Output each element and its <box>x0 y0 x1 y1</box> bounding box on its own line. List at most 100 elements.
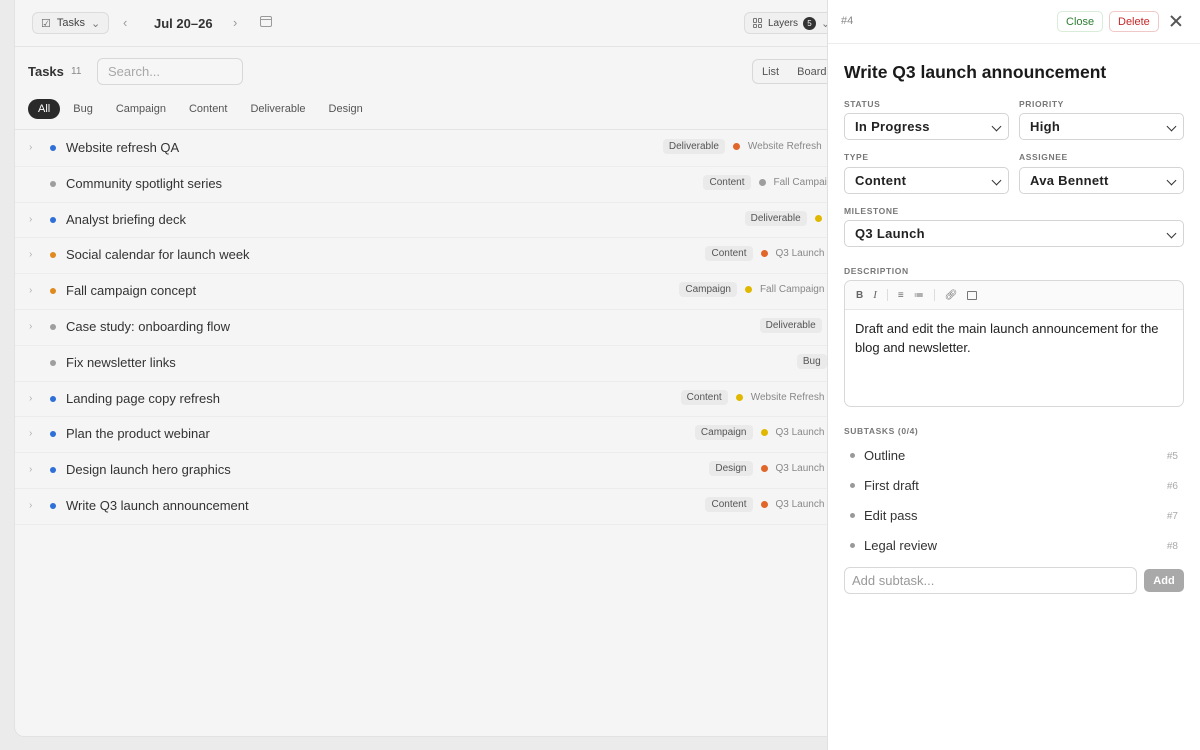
expand-chevron-icon[interactable]: › <box>29 142 32 153</box>
task-detail-panel: #4 Close Delete Write Q3 launch announce… <box>827 0 1200 750</box>
italic-icon[interactable]: I <box>873 289 877 301</box>
task-id: #4 <box>841 15 854 27</box>
search-input[interactable] <box>97 58 243 85</box>
expand-chevron-icon[interactable]: › <box>29 285 32 296</box>
task-title: Website refresh QA <box>66 140 180 155</box>
task-title: Analyst briefing deck <box>66 211 186 227</box>
subtask-bullet <box>850 543 855 548</box>
priority-label: PRIORITY <box>1019 99 1064 109</box>
status-dot <box>760 429 768 437</box>
subtask-list: Outline #5 First draft #6 Edit pass #7 Legal r… <box>844 443 1184 563</box>
status-dot <box>744 286 752 294</box>
priority-select[interactable]: High <box>1019 113 1184 140</box>
bullet-list-icon[interactable]: ≡ <box>898 290 904 301</box>
task-meta: ContentWebsite Refresh0 <box>680 389 838 405</box>
task-meta: DesignQ3 Launch0 <box>709 461 838 477</box>
milestone-text: Fall Campaign <box>759 284 825 296</box>
priority-dot <box>50 323 56 330</box>
status-dot <box>758 178 766 186</box>
status-dot <box>735 393 743 401</box>
filter-chip-content[interactable]: Content <box>179 99 238 119</box>
expand-chevron-icon[interactable]: › <box>29 428 32 439</box>
subtask-bullet <box>850 513 855 518</box>
milestone-text: Q3 Launch <box>775 463 825 475</box>
add-subtask-button[interactable]: Add <box>1144 569 1184 592</box>
task-title: Landing page copy refresh <box>66 390 220 406</box>
editor-toolbar: B I ≡ ≔ 🔗︎ <box>845 281 1183 310</box>
subtask-item[interactable]: First draft #6 <box>844 473 1184 503</box>
task-title[interactable]: Write Q3 launch announcement <box>844 62 1106 83</box>
description-text[interactable]: Draft and edit the main launch announcem… <box>845 310 1183 366</box>
task-title: Plan the product webinar <box>66 426 210 442</box>
calendar-icon[interactable] <box>260 16 272 27</box>
task-meta: Deliverable0/ <box>744 210 838 226</box>
assignee-select[interactable]: Ava Bennett <box>1019 167 1184 194</box>
type-tag: Campaign <box>694 425 753 441</box>
subtask-id: #7 <box>1166 511 1178 522</box>
filter-chips: All Bug Campaign Content Deliverable Design <box>28 99 376 119</box>
priority-dot <box>50 502 56 509</box>
type-tag: Content <box>705 496 753 512</box>
previous-week-icon[interactable]: ‹ <box>123 15 127 30</box>
type-tag: Campaign <box>679 282 737 298</box>
expand-chevron-icon[interactable]: › <box>29 393 32 404</box>
panel-header: #4 Close Delete <box>828 0 1200 44</box>
type-select[interactable]: Content <box>844 167 1009 194</box>
close-icon[interactable] <box>1169 14 1183 28</box>
expand-chevron-icon[interactable]: › <box>29 500 32 511</box>
filter-chip-all[interactable]: All <box>28 99 61 119</box>
task-meta: DeliverableWebsite Refresh0/ <box>662 139 838 154</box>
type-tag: Deliverable <box>744 210 807 226</box>
expand-chevron-icon[interactable]: › <box>29 249 32 260</box>
status-dot <box>760 465 768 473</box>
subtask-item[interactable]: Outline #5 <box>844 443 1184 473</box>
subtask-id: #8 <box>1166 541 1178 552</box>
next-week-icon[interactable]: › <box>233 15 237 30</box>
status-select[interactable]: In Progress <box>844 113 1009 140</box>
chevron-down-icon <box>991 175 1002 186</box>
bold-icon[interactable]: B <box>856 290 863 301</box>
type-tag: Bug <box>796 353 827 369</box>
chevron-down-icon <box>1166 175 1177 186</box>
priority-dot <box>50 180 56 187</box>
numbered-list-icon[interactable]: ≔ <box>914 290 924 301</box>
view-selector-label: Tasks <box>56 17 85 29</box>
filter-chip-campaign[interactable]: Campaign <box>106 99 176 119</box>
priority-dot <box>50 467 56 474</box>
status-label: STATUS <box>844 99 881 109</box>
expand-chevron-icon[interactable]: › <box>29 321 32 332</box>
expand-chevron-icon[interactable]: › <box>29 464 32 475</box>
expand-chevron-icon[interactable]: › <box>29 214 32 225</box>
priority-dot <box>50 145 56 151</box>
type-tag: Content <box>680 389 728 405</box>
filter-chip-deliverable[interactable]: Deliverable <box>240 99 315 119</box>
link-icon[interactable]: 🔗︎ <box>945 290 958 301</box>
chevron-down-icon: ⌄ <box>91 17 101 30</box>
filter-chip-design[interactable]: Design <box>319 99 373 119</box>
check-circle-icon: ☑ <box>41 17 51 30</box>
layers-label: Layers <box>768 17 799 29</box>
image-icon[interactable] <box>967 290 978 300</box>
task-title: Design launch hero graphics <box>66 462 231 478</box>
status-dot <box>760 500 768 508</box>
milestone-select[interactable]: Q3 Launch <box>844 220 1184 247</box>
subtask-bullet <box>850 453 855 458</box>
view-selector[interactable]: ☑ Tasks ⌄ <box>32 12 109 34</box>
layers-grid-icon <box>753 18 763 28</box>
task-meta: Content Fall Campaign <box>703 174 838 190</box>
task-title: Fall campaign concept <box>66 283 197 299</box>
status-dot <box>760 250 768 258</box>
close-button[interactable]: Close <box>1057 11 1104 32</box>
add-subtask-input[interactable] <box>844 567 1137 594</box>
task-title: Community spotlight series <box>66 175 223 191</box>
filter-chip-bug[interactable]: Bug <box>63 99 103 119</box>
toolbar-divider <box>933 289 935 301</box>
type-tag: Content <box>705 246 753 262</box>
layers-button[interactable]: Layers 5 ⌄ <box>744 12 834 34</box>
chevron-down-icon <box>991 121 1002 132</box>
delete-button[interactable]: Delete <box>1109 11 1159 32</box>
view-mode-list[interactable]: List <box>753 66 788 78</box>
subtask-item[interactable]: Edit pass #7 <box>844 503 1184 533</box>
status-dot <box>814 214 822 222</box>
subtask-item[interactable]: Legal review #8 <box>844 533 1184 563</box>
